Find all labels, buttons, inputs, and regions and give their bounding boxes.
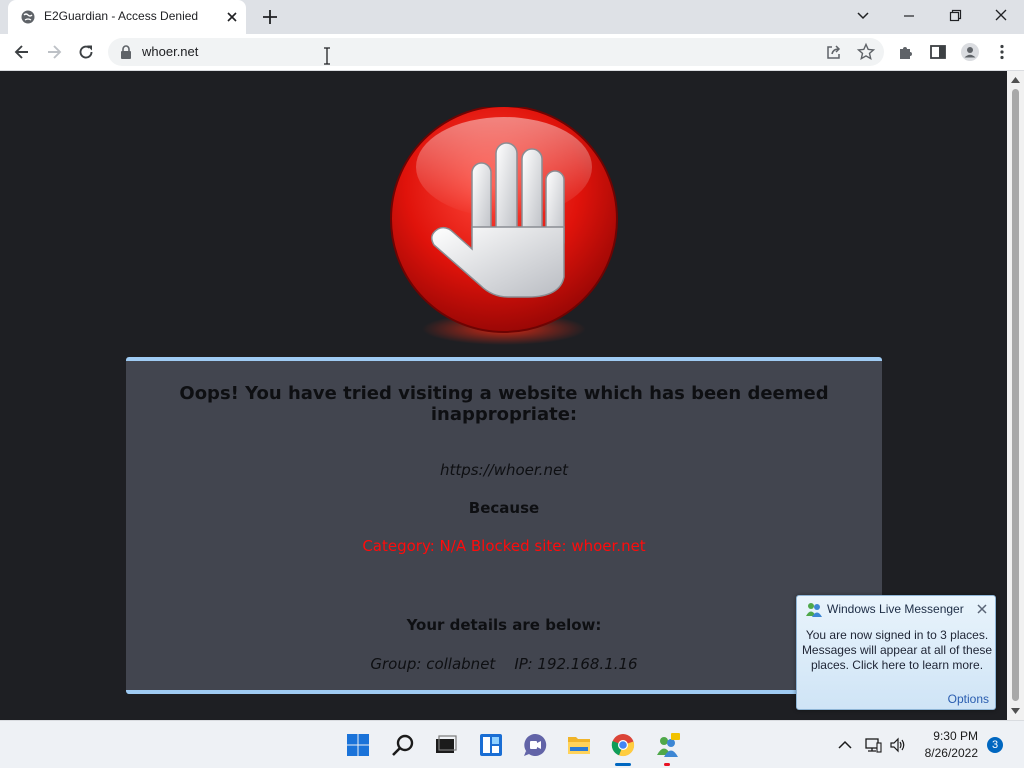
browser-tab[interactable]: E2Guardian - Access Denied [8,0,246,34]
browser-toolbar: whoer.net [0,34,1024,71]
stop-hand-icon [390,107,618,345]
widgets-icon[interactable] [479,733,503,757]
details-heading: Your details are below: [406,616,602,634]
close-window-icon[interactable] [989,5,1013,27]
taskbar: 9:30 PM 8/26/2022 3 [0,720,1024,768]
start-icon[interactable] [346,733,370,757]
reload-icon[interactable] [76,42,96,62]
teams-chat-icon[interactable] [523,733,547,757]
url-text[interactable]: whoer.net [142,44,198,59]
scroll-up-icon[interactable] [1011,77,1020,83]
tab-search-icon[interactable] [851,5,875,27]
side-panel-icon[interactable] [928,42,948,62]
task-view-icon[interactable] [434,733,458,757]
messenger-notification[interactable]: Windows Live Messenger You are now signe… [796,595,996,710]
user-details: Group: collabnet IP: 192.168.1.16 [370,655,638,673]
close-icon[interactable] [976,603,988,615]
messenger-buddies-icon [806,603,822,617]
new-tab-icon[interactable] [260,7,280,27]
blocked-url: https://whoer.net [439,461,569,479]
menu-dots-icon[interactable] [992,42,1012,62]
lock-icon[interactable] [120,45,132,59]
globe-icon [21,10,35,24]
share-icon[interactable] [824,42,844,62]
tab-strip: E2Guardian - Access Denied [0,0,1024,34]
clock-date[interactable]: 8/26/2022 [912,746,978,760]
block-reason: Category: N/A Blocked site: whoer.net [362,537,646,555]
block-headline: Oops! You have tried visiting a website … [179,383,829,425]
notification-title: Windows Live Messenger [827,602,964,616]
restore-icon[interactable] [943,5,967,27]
search-icon[interactable] [391,733,415,757]
minimize-icon[interactable] [897,5,921,27]
text-cursor-icon [324,47,330,65]
volume-icon[interactable] [889,736,907,754]
block-message-panel: Oops! You have tried visiting a website … [126,357,882,694]
page-scrollbar[interactable] [1007,71,1024,720]
clock-time[interactable]: 9:30 PM [912,729,978,743]
options-link[interactable]: Options [948,692,989,706]
notification-count-badge[interactable]: 3 [987,737,1003,753]
close-tab-icon[interactable] [224,9,240,25]
notification-body[interactable]: You are now signed in to 3 places. Messa… [801,628,993,673]
network-icon[interactable] [864,736,882,754]
messenger-attention-indicator [664,763,670,766]
forward-icon[interactable] [44,42,64,62]
because-label: Because [468,499,540,517]
address-bar[interactable]: whoer.net [108,38,884,66]
tab-title: E2Guardian - Access Denied [44,9,199,23]
scrollbar-thumb[interactable] [1012,89,1019,701]
chrome-running-indicator [615,763,631,766]
bookmark-star-icon[interactable] [856,42,876,62]
scroll-down-icon[interactable] [1011,708,1020,714]
extensions-icon[interactable] [896,42,916,62]
file-explorer-icon[interactable] [567,733,591,757]
back-icon[interactable] [12,42,32,62]
messenger-icon[interactable] [656,733,680,757]
profile-avatar-icon[interactable] [960,42,980,62]
chrome-icon[interactable] [611,733,635,757]
chevron-up-icon[interactable] [836,736,854,754]
